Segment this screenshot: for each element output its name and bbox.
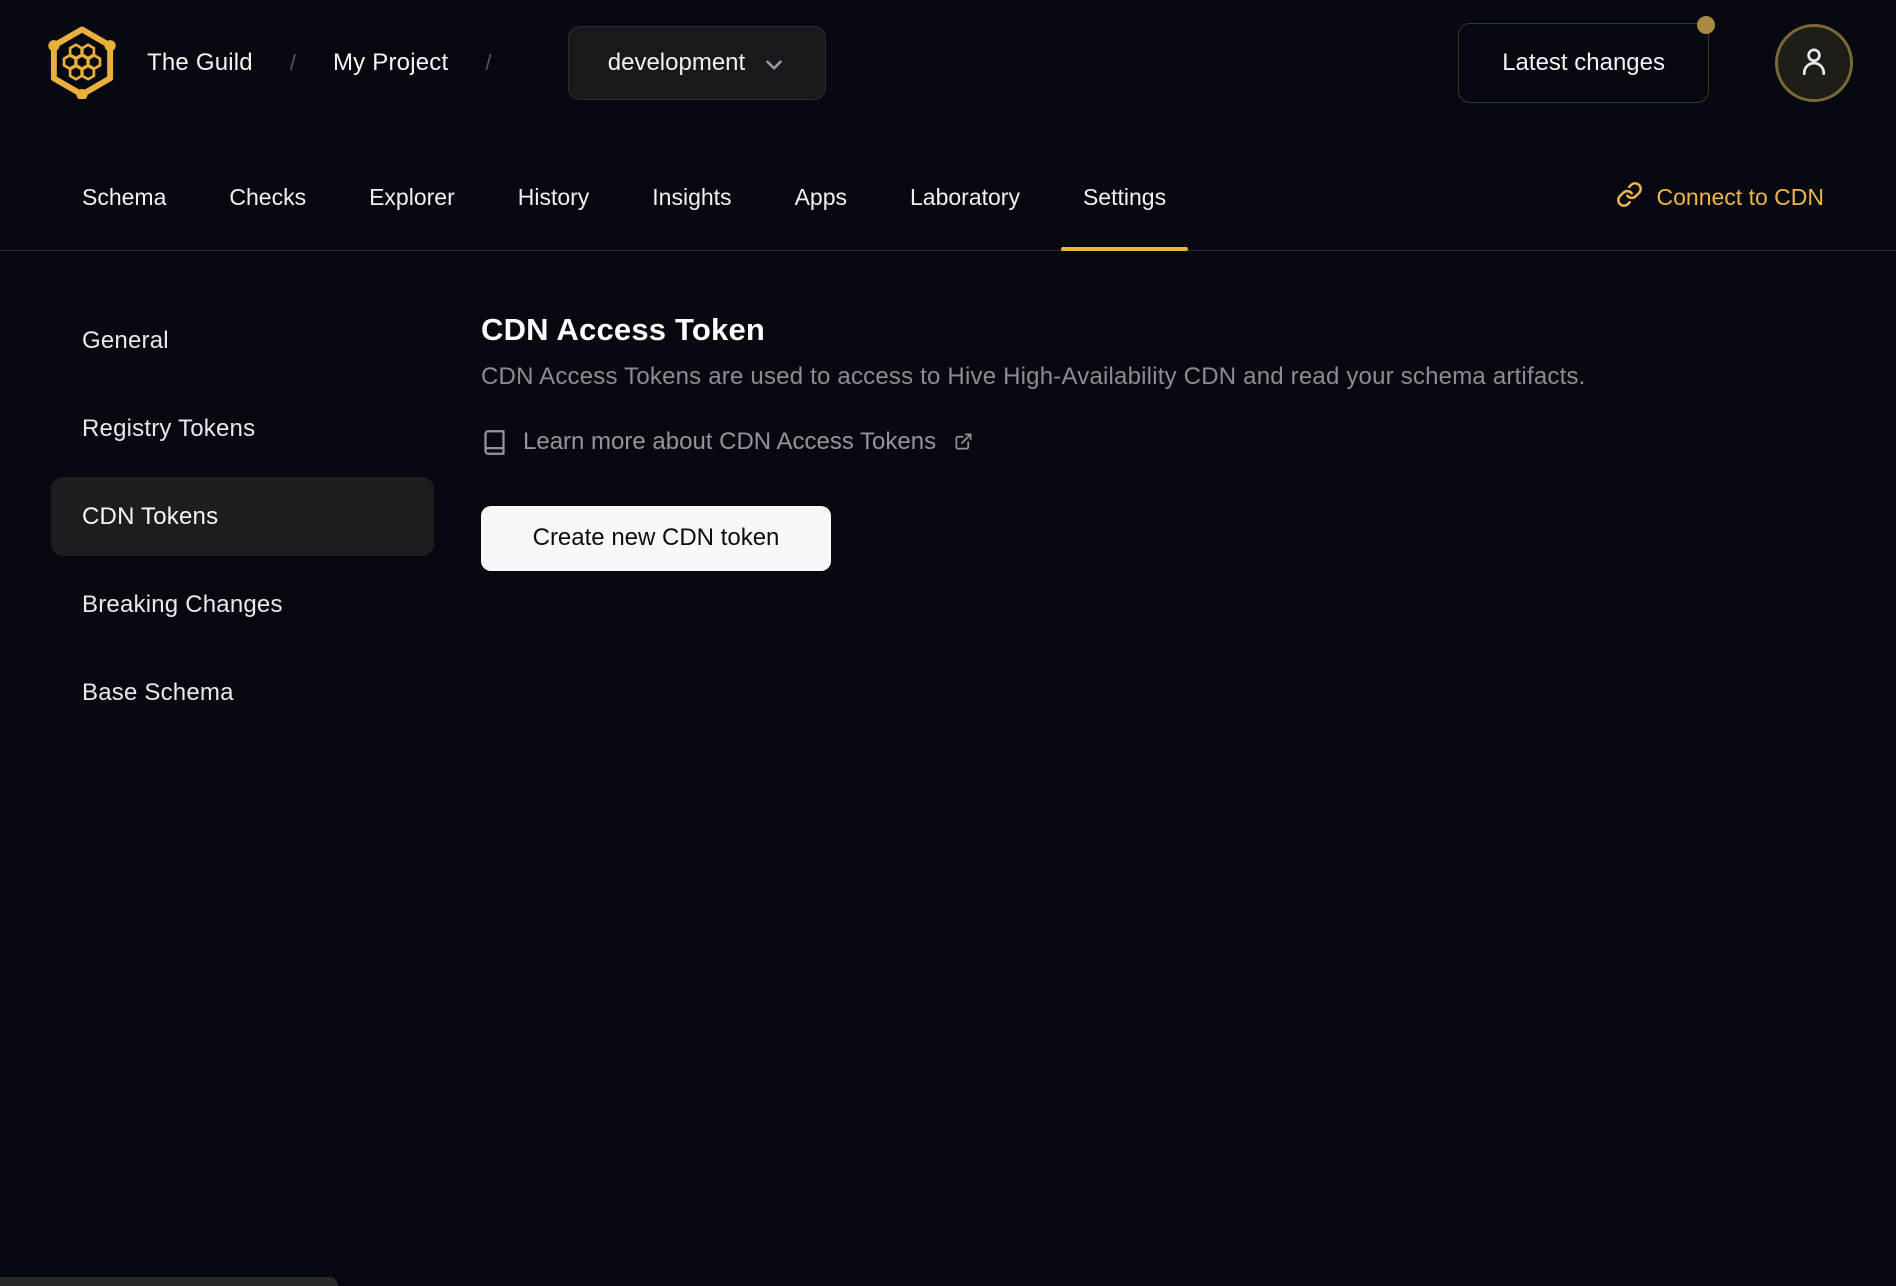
sidebar-item-breaking-changes[interactable]: Breaking Changes xyxy=(51,565,434,644)
settings-sidebar: General Registry Tokens CDN Tokens Break… xyxy=(51,301,434,741)
tab-insights[interactable]: Insights xyxy=(630,145,753,250)
tab-apps[interactable]: Apps xyxy=(773,145,869,250)
breadcrumb-project[interactable]: My Project xyxy=(333,49,448,77)
breadcrumb-org[interactable]: The Guild xyxy=(147,49,253,77)
page-description: CDN Access Tokens are used to access to … xyxy=(481,363,1586,390)
breadcrumb: The Guild / My Project / development xyxy=(147,26,827,100)
breadcrumb-separator: / xyxy=(485,50,492,75)
connect-to-cdn-label: Connect to CDN xyxy=(1656,184,1824,210)
learn-more-label: Learn more about CDN Access Tokens xyxy=(523,428,937,455)
target-selector-value: development xyxy=(607,49,746,76)
sidebar-item-general[interactable]: General xyxy=(51,301,434,380)
unread-dot xyxy=(1697,16,1715,34)
tab-laboratory[interactable]: Laboratory xyxy=(888,145,1042,250)
sidebar-item-registry-tokens[interactable]: Registry Tokens xyxy=(51,389,434,468)
tabs: Schema Checks Explorer History Insights … xyxy=(60,145,1189,251)
sidebar-item-cdn-tokens[interactable]: CDN Tokens xyxy=(51,477,434,556)
tab-settings[interactable]: Settings xyxy=(1060,145,1189,251)
hive-app: The Guild / My Project / development Lat… xyxy=(0,0,1896,1286)
learn-more-link[interactable]: Learn more about CDN Access Tokens xyxy=(481,428,973,456)
target-tabbar: Schema Checks Explorer History Insights … xyxy=(0,145,1896,251)
sidebar-item-base-schema[interactable]: Base Schema xyxy=(51,653,434,732)
create-cdn-token-label: Create new CDN token xyxy=(532,524,780,551)
top-header: The Guild / My Project / development Lat… xyxy=(0,0,1896,126)
chevron-down-icon xyxy=(761,52,787,78)
tab-checks[interactable]: Checks xyxy=(207,145,328,250)
hive-logo-icon[interactable] xyxy=(45,25,119,101)
tab-schema[interactable]: Schema xyxy=(60,145,188,250)
bottom-cutoff-snackbar xyxy=(0,1277,338,1286)
header-right: Latest changes xyxy=(1458,16,1853,103)
create-cdn-token-button[interactable]: Create new CDN token xyxy=(481,505,831,571)
connect-to-cdn-link[interactable]: Connect to CDN xyxy=(1616,145,1824,250)
tab-history[interactable]: History xyxy=(496,145,612,250)
breadcrumb-separator: / xyxy=(289,50,296,75)
latest-changes-label: Latest changes xyxy=(1502,49,1665,76)
page-title: CDN Access Token xyxy=(481,312,766,347)
user-icon xyxy=(1796,43,1832,84)
user-avatar-button[interactable] xyxy=(1775,24,1853,102)
cdn-tokens-panel: CDN Access Token CDN Access Tokens are u… xyxy=(481,312,1836,571)
book-icon xyxy=(481,429,508,456)
latest-changes-button[interactable]: Latest changes xyxy=(1458,16,1715,103)
target-selector-dropdown[interactable]: development xyxy=(568,26,827,100)
external-link-icon xyxy=(954,430,973,450)
chain-link-icon xyxy=(1616,181,1643,214)
tab-explorer[interactable]: Explorer xyxy=(347,145,477,250)
